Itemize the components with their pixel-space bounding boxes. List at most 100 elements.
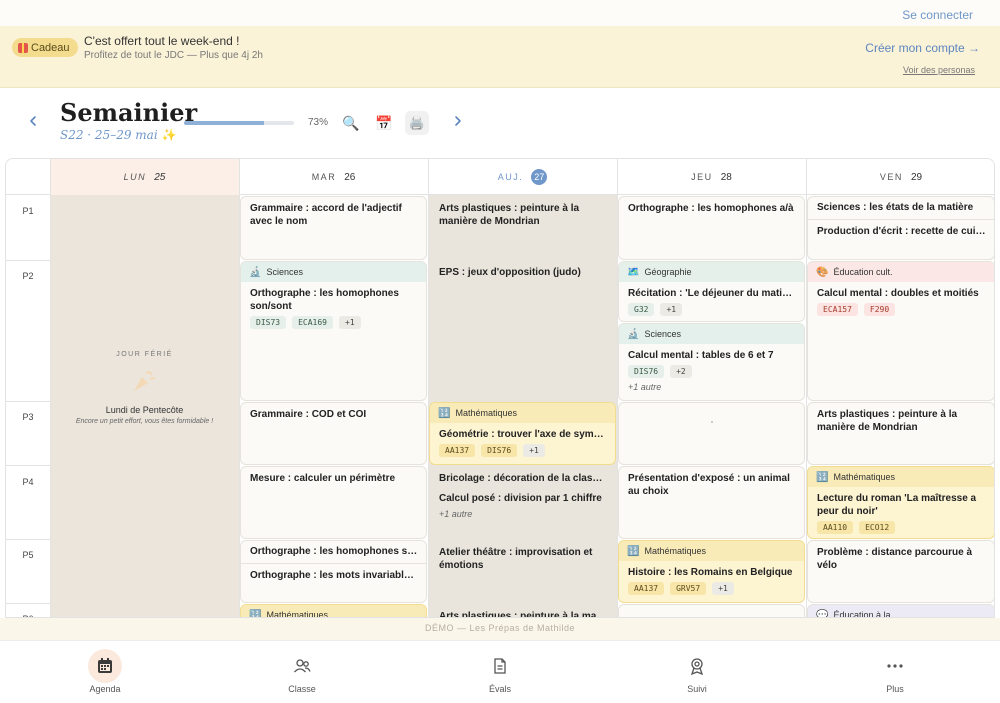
progress-percent: 73% (308, 117, 329, 128)
lesson-card[interactable]: 🎨 Éducation cult. Calcul mental : double… (807, 261, 994, 401)
skill-chip[interactable]: G32 (628, 303, 655, 316)
print-button[interactable]: 🖨️ (405, 111, 429, 135)
subject-tag: 💬 Éducation à la (808, 605, 994, 617)
skill-chips: DIS73 ECA169 +1 (241, 313, 426, 329)
lesson-card[interactable]: Atelier théâtre : improvisation et émoti… (429, 540, 616, 603)
document-icon (483, 649, 517, 683)
lesson-title: Présentation d'exposé : un animal au cho… (628, 473, 790, 497)
more-link[interactable]: +1 autre (619, 378, 804, 392)
nav-agenda[interactable]: Agenda (60, 649, 150, 694)
next-week-button[interactable] (451, 114, 465, 128)
lesson-card[interactable]: 🔬 Sciences Calcul mental : tables de 6 e… (618, 323, 805, 401)
skill-chip[interactable]: DIS76 (628, 365, 665, 378)
day-number: 26 (344, 171, 356, 183)
skill-chips: DIS76 +2 (619, 362, 804, 378)
view-personas-link[interactable]: Voir des personas (903, 65, 975, 75)
lesson-card-stack[interactable]: Sciences : les états de la matière Produ… (807, 196, 994, 260)
nav-evals[interactable]: Évals (455, 649, 545, 694)
prev-week-button[interactable] (26, 114, 40, 128)
day-label: LUN (123, 172, 147, 182)
more-chip[interactable]: +1 (712, 582, 734, 595)
numbers-icon: 🔢 (438, 407, 451, 419)
lesson-card[interactable]: Problème : distance parcourue à vélo (807, 540, 994, 603)
period-label: P4 (22, 477, 34, 487)
subject-tag: 🔢 Mathématiques (619, 541, 804, 561)
lesson-card[interactable]: Arts plastiques : peinture à la manière … (429, 604, 616, 618)
lesson-card[interactable]: 🔢 Mathématiques (240, 604, 427, 618)
gift-icon (18, 42, 28, 53)
progress-fill (184, 121, 265, 125)
skill-chip[interactable]: DIS73 (250, 316, 287, 329)
day-header-fri[interactable]: VEN 29 (806, 159, 994, 195)
lesson-card[interactable]: Arts plastiques : peinture à la manière … (807, 402, 994, 465)
lesson-card[interactable]: Grammaire : accord de l'adjectif avec le… (240, 196, 427, 260)
week-range: S22 · 25–29 mai (60, 128, 158, 142)
skill-chip[interactable]: AA110 (817, 521, 854, 534)
lesson-title: Bricolage : décoration de la classe pour… (439, 473, 615, 484)
banner-subtitle: Profitez de tout le JDC — Plus que 4j 2h (84, 50, 263, 61)
skill-chips: ECA157 F290 (808, 300, 994, 316)
skill-chip[interactable]: ECA169 (292, 316, 333, 329)
skill-chip[interactable]: DIS76 (481, 444, 518, 457)
lesson-card[interactable]: 🔢 Mathématiques Géométrie : trouver l'ax… (429, 402, 616, 465)
period-label: P1 (22, 206, 34, 216)
lesson-card-stack[interactable]: Orthographe : les homophones son/sont Or… (240, 540, 427, 603)
day-label: AUJ. (497, 172, 524, 182)
subject-tag: 🔢 Mathématiques (808, 467, 994, 487)
more-chip[interactable]: +1 (660, 303, 683, 316)
lesson-card[interactable]: Mesure : calculer un périmètre (240, 466, 427, 539)
lesson-card[interactable]: 🗺️ Géographie Récitation : 'Le déjeuner … (618, 261, 805, 322)
week-calendar: LUN 25 MAR 26 AUJ. 27 JEU 28 VEN 29 P1 P… (5, 158, 995, 618)
lesson-title: Arts plastiques : peinture à la manière … (439, 611, 615, 618)
skill-chip[interactable]: AA137 (628, 582, 665, 595)
week-header: Semainier S22 · 25–29 mai ✨ 73% 🔍 📅 🖨️ (0, 88, 1000, 158)
lesson-card[interactable]: EPS : jeux d'opposition (judo) (429, 261, 616, 401)
calendar-button[interactable]: 📅 (372, 111, 396, 135)
skill-chip[interactable]: F290 (863, 303, 896, 316)
more-link[interactable]: +1 autre (430, 505, 615, 519)
login-link[interactable]: Se connecter (902, 8, 973, 22)
lesson-card[interactable]: Orthographe : les homophones a/à (618, 196, 805, 260)
search-button[interactable]: 🔍 (339, 111, 363, 135)
more-chip[interactable]: +2 (670, 365, 692, 378)
day-header-mon[interactable]: LUN 25 (50, 159, 239, 195)
lesson-title: Grammaire : accord de l'adjectif avec le… (250, 203, 402, 227)
lesson-card[interactable] (618, 604, 805, 617)
sparkle-icon: ✨ (161, 128, 177, 142)
day-header-thu[interactable]: JEU 28 (617, 159, 806, 195)
lesson-title: Mesure : calculer un périmètre (250, 473, 396, 484)
subject-tag: 🔬 Sciences (619, 324, 804, 344)
day-header-tue[interactable]: MAR 26 (239, 159, 428, 195)
lesson-card[interactable]: Grammaire : COD et COI (240, 402, 427, 465)
more-chip[interactable]: +1 (523, 444, 545, 457)
promo-banner: Cadeau C'est offert tout le week-end ! P… (0, 26, 1000, 88)
bottom-nav: Agenda Classe Évals Suivi Plus (0, 640, 1000, 703)
nav-classe[interactable]: Classe (257, 649, 347, 694)
skill-chip[interactable]: GRV57 (670, 582, 707, 595)
skill-chip[interactable]: ECA157 (817, 303, 858, 316)
page-title: Semainier (60, 98, 198, 127)
lesson-title: Sciences : les états de la matière (817, 202, 974, 213)
lesson-card[interactable]: 🔬 Sciences Orthographe : les homophones … (240, 261, 427, 401)
lesson-card[interactable]: 🔢 Mathématiques Lecture du roman 'La maî… (807, 466, 994, 539)
lesson-title: Calcul mental : tables de 6 et 7 (628, 350, 774, 361)
lesson-card-stack[interactable]: Bricolage : décoration de la classe pour… (429, 466, 616, 539)
lesson-title: Lecture du roman 'La maîtresse a peur du… (817, 493, 977, 517)
lesson-title: Récitation : 'Le déjeuner du matin' (Pré… (628, 288, 804, 299)
skill-chip[interactable]: ECO12 (859, 521, 896, 534)
nav-suivi[interactable]: Suivi (652, 649, 742, 694)
lesson-card[interactable]: Présentation d'exposé : un animal au cho… (618, 466, 805, 539)
nav-plus[interactable]: Plus (850, 649, 940, 694)
lesson-card[interactable]: 💬 Éducation à la (807, 604, 994, 617)
lesson-card[interactable]: Arts plastiques : peinture à la manière … (429, 196, 616, 260)
create-account-link[interactable]: Créer mon compte → (865, 41, 980, 55)
more-chip[interactable]: +1 (339, 316, 361, 329)
subject-label: Mathématiques (266, 610, 328, 618)
day-header-today[interactable]: AUJ. 27 (428, 159, 617, 195)
empty-slot[interactable] (618, 402, 805, 465)
day-number: 29 (910, 171, 923, 183)
skill-chip[interactable]: AA137 (439, 444, 476, 457)
confetti-icon (130, 367, 158, 395)
lesson-card[interactable]: 🔢 Mathématiques Histoire : les Romains e… (618, 540, 805, 603)
lesson-title: Problème : distance parcourue à vélo (817, 547, 973, 571)
